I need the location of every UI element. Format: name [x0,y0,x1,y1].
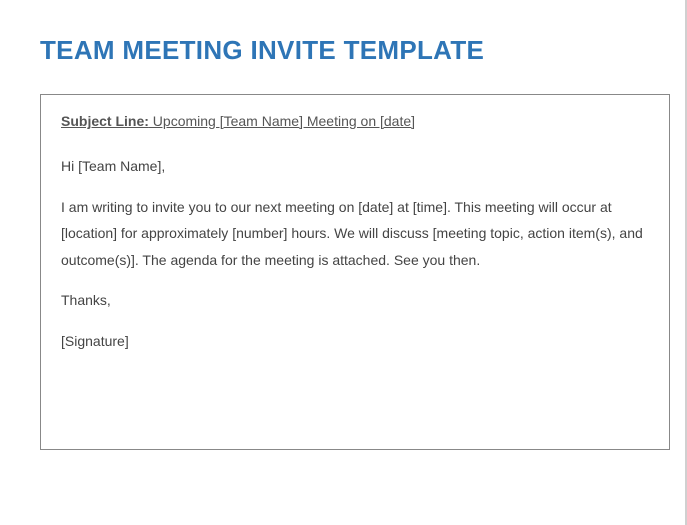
thanks-text: Thanks, [61,287,649,314]
template-box: Subject Line: Upcoming [Team Name] Meeti… [40,94,670,450]
page-title: TEAM MEETING INVITE TEMPLATE [40,35,680,66]
document-page: TEAM MEETING INVITE TEMPLATE Subject Lin… [0,0,687,525]
body-text: Hi [Team Name], I am writing to invite y… [61,153,649,355]
main-paragraph: I am writing to invite you to our next m… [61,194,649,274]
subject-label: Subject Line: [61,113,149,129]
subject-value: Upcoming [Team Name] Meeting on [date] [149,113,415,129]
subject-line: Subject Line: Upcoming [Team Name] Meeti… [61,113,649,129]
greeting-text: Hi [Team Name], [61,153,649,180]
signature-text: [Signature] [61,328,649,355]
